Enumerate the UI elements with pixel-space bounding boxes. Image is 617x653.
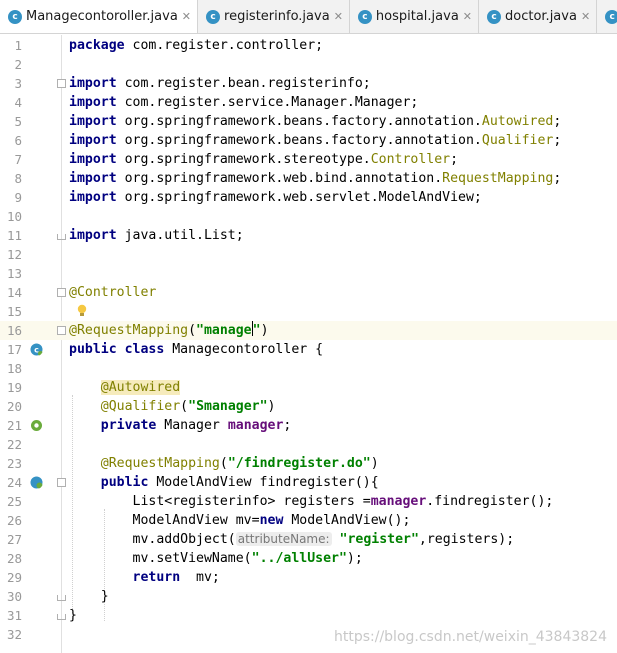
line-number: 14 [6, 285, 22, 300]
line-number: 31 [6, 608, 22, 623]
code-line-4: 4 import com.register.service.Manager.Man… [0, 93, 617, 112]
fold-toggle-icon[interactable] [57, 478, 66, 487]
spring-bean-icon[interactable]: c [30, 343, 43, 356]
close-icon[interactable]: ✕ [463, 10, 472, 23]
line-number: 28 [6, 551, 22, 566]
code-line-7: 7 import org.springframework.stereotype.C… [0, 150, 617, 169]
line-number: 19 [6, 380, 22, 395]
code-line-12: 12 [0, 245, 617, 264]
code-line-21: 21 private Manager manager; [0, 416, 617, 435]
tab-registerinfo[interactable]: c registerinfo.java ✕ [198, 0, 350, 33]
line-number: 2 [14, 57, 22, 72]
code-line-3: 3 import com.register.bean.registerinfo; [0, 74, 617, 93]
close-icon[interactable]: ✕ [182, 10, 191, 23]
code-line-24: 24 public ModelAndView findregister(){ [0, 473, 617, 492]
parameter-hint: attributeName: [235, 532, 332, 546]
code-line-26: 26 ModelAndView mv=new ModelAndView(); [0, 511, 617, 530]
autowired-dependency-icon[interactable] [30, 419, 43, 432]
line-number: 1 [14, 38, 22, 53]
code-line-6: 6 import org.springframework.beans.factor… [0, 131, 617, 150]
line-number: 25 [6, 494, 22, 509]
line-number: 5 [14, 114, 22, 129]
fold-toggle-icon[interactable] [57, 79, 66, 88]
line-number: 23 [6, 456, 22, 471]
code-line-13: 13 [0, 264, 617, 283]
fold-end-icon[interactable] [57, 234, 66, 240]
tab-label: doctor.java [505, 9, 577, 24]
line-number: 6 [14, 133, 22, 148]
line-number: 15 [6, 304, 22, 319]
code-line-17: 17 public class Managecontoroller { [0, 340, 617, 359]
code-line-16: 16 @RequestMapping("manage") [0, 321, 617, 340]
code-line-9: 9 import org.springframework.web.servlet.… [0, 188, 617, 207]
code-line-2: 2 [0, 55, 617, 74]
line-number: 24 [6, 475, 22, 490]
java-class-icon: c [206, 9, 221, 24]
java-class-icon: c [8, 9, 22, 24]
line-number: 7 [14, 152, 22, 167]
tab-label: registerinfo.java [224, 9, 330, 24]
line-number: 17 [6, 342, 22, 357]
request-mapping-icon[interactable] [30, 476, 43, 489]
line-number: 4 [14, 95, 22, 110]
code-line-8: 8 import org.springframework.web.bind.ann… [0, 169, 617, 188]
java-class-icon: c [605, 9, 617, 24]
tab-doctor[interactable]: c doctor.java ✕ [479, 0, 598, 33]
code-line-27: 27 mv.addObject(attributeName: "register… [0, 530, 617, 549]
code-line-28: 28 mv.setViewName("../allUser"); [0, 549, 617, 568]
line-number: 16 [6, 323, 22, 338]
line-number: 3 [14, 76, 22, 91]
code-line-5: 5 import org.springframework.beans.factor… [0, 112, 617, 131]
line-number: 30 [6, 589, 22, 604]
fold-toggle-icon[interactable] [57, 326, 66, 335]
code-line-18: 18 [0, 359, 617, 378]
line-number: 8 [14, 171, 22, 186]
close-icon[interactable]: ✕ [581, 10, 590, 23]
editor-tab-bar: c Managecontoroller.java ✕ c registerinf… [0, 0, 617, 34]
tab-label: Managecontoroller.java [26, 9, 178, 24]
tab-depa[interactable]: c depa [597, 0, 617, 33]
code-line-23: 23 @RequestMapping("/findregister.do") [0, 454, 617, 473]
line-number: 22 [6, 437, 22, 452]
line-number: 12 [6, 247, 22, 262]
line-number: 32 [6, 627, 22, 642]
line-number: 11 [6, 228, 22, 243]
code-line-31: 31} [0, 606, 617, 625]
java-class-icon: c [487, 9, 501, 24]
code-line-29: 29 return mv; [0, 568, 617, 587]
tab-label: hospital.java [375, 9, 459, 24]
code-line-14: 14 @Controller [0, 283, 617, 302]
fold-toggle-icon[interactable] [57, 288, 66, 297]
code-line-10: 10 [0, 207, 617, 226]
code-line-30: 30 } [0, 587, 617, 606]
line-number: 9 [14, 190, 22, 205]
fold-end-icon[interactable] [57, 595, 66, 601]
close-icon[interactable]: ✕ [334, 10, 343, 23]
watermark: https://blog.csdn.net/weixin_43843824 [333, 629, 607, 645]
line-number: 21 [6, 418, 22, 433]
code-line-11: 11 import java.util.List; [0, 226, 617, 245]
line-number: 13 [6, 266, 22, 281]
line-number: 18 [6, 361, 22, 376]
tab-managecontoroller[interactable]: c Managecontoroller.java ✕ [0, 0, 199, 33]
intention-bulb-icon[interactable] [77, 304, 87, 318]
line-number: 26 [6, 513, 22, 528]
code-line-15: 15 [0, 302, 617, 321]
line-number: 20 [6, 399, 22, 414]
code-line-19: 19 @Autowired [0, 378, 617, 397]
code-line-25: 25 List<registerinfo> registers =manager… [0, 492, 617, 511]
code-editor[interactable]: 1 package com.register.controller; 2 3 imp… [0, 35, 617, 653]
tab-hospital[interactable]: c hospital.java ✕ [350, 0, 479, 33]
code-line-1: 1 package com.register.controller; [0, 36, 617, 55]
line-number: 29 [6, 570, 22, 585]
code-line-20: 20 @Qualifier("Smanager") [0, 397, 617, 416]
line-number: 27 [6, 532, 22, 547]
fold-end-icon[interactable] [57, 614, 66, 620]
line-number: 10 [6, 209, 22, 224]
code-line-22: 22 [0, 435, 617, 454]
java-class-icon: c [357, 9, 372, 24]
